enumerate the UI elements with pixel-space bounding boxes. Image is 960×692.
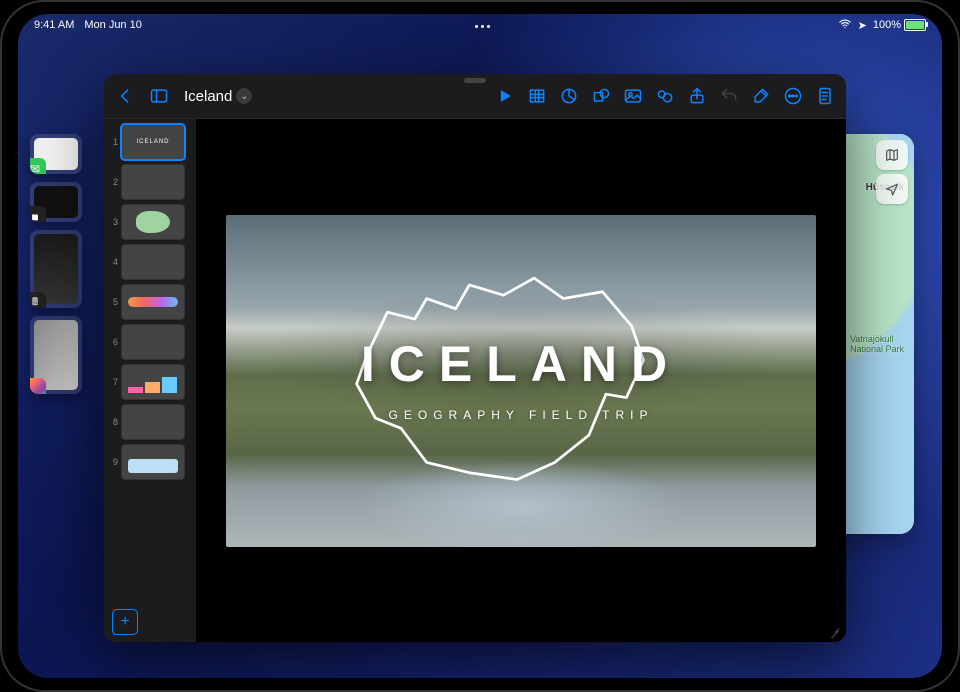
slide-navigator[interactable]: 1 2 3 4 5 6 7 8 9 + — [104, 119, 196, 642]
calculator-icon: 🖩 — [30, 292, 46, 308]
window-resize-handle[interactable] — [826, 623, 842, 639]
slide-thumb-8[interactable]: 8 — [108, 405, 192, 439]
slide-thumb-1[interactable]: 1 — [108, 125, 192, 159]
more-button[interactable] — [780, 81, 806, 111]
status-bar: 9:41 AM Mon Jun 10 ➤ 100% — [18, 14, 942, 36]
slide-thumb-7[interactable]: 7 — [108, 365, 192, 399]
insert-media-button[interactable] — [620, 81, 646, 111]
status-date: Mon Jun 10 — [84, 19, 141, 31]
photos-icon — [30, 378, 46, 394]
insert-chart-button[interactable] — [556, 81, 582, 111]
facetime-icon: ■ — [30, 206, 46, 222]
insert-table-button[interactable] — [524, 81, 550, 111]
slide-thumb-5[interactable]: 5 — [108, 285, 192, 319]
stage-app-messages[interactable]: ✉︎ — [30, 134, 82, 174]
stage-manager-pile: ✉︎ ■ 🖩 — [30, 134, 94, 394]
slide-thumb-6[interactable]: 6 — [108, 325, 192, 359]
insert-text-button[interactable] — [652, 81, 678, 111]
document-options-button[interactable] — [812, 81, 838, 111]
slide-title[interactable]: ICELAND — [226, 335, 816, 393]
add-slide-button[interactable]: + — [112, 609, 138, 635]
ipad-frame: 9:41 AM Mon Jun 10 ➤ 100% ✉︎ ■ — [0, 0, 960, 692]
sidebar-toggle-button[interactable] — [146, 81, 172, 111]
maps-mode-button[interactable] — [876, 140, 908, 170]
slide-thumb-4[interactable]: 4 — [108, 245, 192, 279]
format-brush-button[interactable] — [748, 81, 774, 111]
location-arrow-icon: ➤ — [858, 19, 867, 32]
maps-location-button[interactable] — [876, 174, 908, 204]
back-button[interactable] — [112, 81, 138, 111]
stage-app-facetime[interactable]: ■ — [30, 182, 82, 222]
keynote-window: Iceland ⌄ — [104, 74, 846, 642]
stage-app-calculator[interactable]: 🖩 — [30, 230, 82, 308]
share-button[interactable] — [684, 81, 710, 111]
slide-thumb-2[interactable]: 2 — [108, 165, 192, 199]
slide-thumb-9[interactable]: 9 — [108, 445, 192, 479]
current-slide[interactable]: ICELAND GEOGRAPHY FIELD TRIP — [226, 215, 816, 547]
wifi-icon — [838, 17, 852, 34]
messages-icon: ✉︎ — [30, 158, 46, 174]
battery-indicator: 100% — [873, 19, 926, 31]
insert-shape-button[interactable] — [588, 81, 614, 111]
document-title-text: Iceland — [184, 88, 232, 105]
keynote-toolbar: Iceland ⌄ — [104, 74, 846, 119]
stage-app-photos[interactable] — [30, 316, 82, 394]
slide-thumb-3[interactable]: 3 — [108, 205, 192, 239]
play-button[interactable] — [492, 81, 518, 111]
battery-percent: 100% — [873, 19, 901, 31]
undo-button[interactable] — [716, 81, 742, 111]
chevron-down-icon: ⌄ — [236, 88, 252, 104]
slide-canvas[interactable]: ICELAND GEOGRAPHY FIELD TRIP — [196, 119, 846, 642]
status-time: 9:41 AM — [34, 19, 74, 31]
maps-park-label: Vatnajökull National Park — [850, 334, 904, 354]
ipad-screen: 9:41 AM Mon Jun 10 ➤ 100% ✉︎ ■ — [18, 14, 942, 678]
document-title[interactable]: Iceland ⌄ — [184, 88, 252, 105]
slide-subtitle[interactable]: GEOGRAPHY FIELD TRIP — [226, 408, 816, 422]
